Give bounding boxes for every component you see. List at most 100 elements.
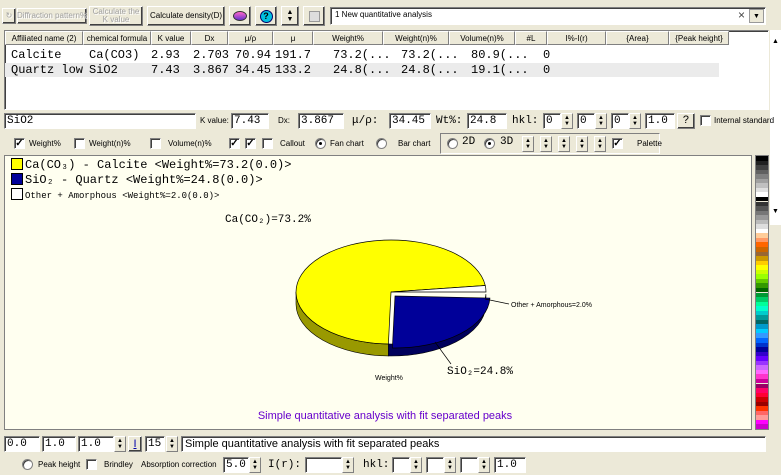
help-button[interactable]: ? (255, 6, 277, 26)
palette-swatch[interactable] (756, 424, 768, 429)
bottom-h-spinner[interactable]: ▲ ▼ (410, 457, 422, 473)
help-icon: ? (259, 9, 273, 23)
table-cell: 24.8(... (333, 63, 391, 77)
callout-checkbox[interactable] (262, 138, 273, 149)
column-header[interactable]: I%-I(r) (547, 31, 606, 45)
disk-icon (233, 11, 247, 21)
table-cell: 2.93 (151, 48, 180, 62)
rotate-spinner-2[interactable]: ▲ ▼ (540, 136, 552, 152)
color-palette[interactable] (755, 155, 769, 430)
column-header[interactable]: Volume(n)% (449, 31, 515, 45)
l-input[interactable]: 0 (611, 113, 629, 129)
option-checkbox-b[interactable]: ✓ (245, 138, 256, 149)
font-size-spinner[interactable]: ▲ ▼ (166, 436, 178, 452)
bottom-k-spinner[interactable]: ▲ ▼ (444, 457, 456, 473)
k-value-input[interactable]: 7.43 (231, 113, 269, 129)
column-header[interactable]: Dx (191, 31, 228, 45)
bottom-spinner-1[interactable]: ▲ ▼ (114, 436, 126, 452)
bottom-value-3[interactable]: 1.0 (78, 436, 114, 452)
down-arrow-icon: ▼ (286, 16, 294, 23)
pie-chart: Ca(CO₂)=73.2% Other + Amorphous=2.0% SiO₂=… (225, 214, 592, 382)
updown-button[interactable]: ▲ ▼ (281, 6, 299, 26)
chart-axis-label: Weight% (375, 375, 403, 382)
column-header[interactable]: {Peak height} (669, 31, 729, 45)
column-header[interactable]: μ (273, 31, 313, 45)
dx-input[interactable]: 3.867 (298, 113, 344, 129)
mu-rho-input[interactable]: 34.45 (389, 113, 431, 129)
peak-height-radio[interactable] (22, 459, 33, 470)
column-header[interactable]: K value (151, 31, 191, 45)
column-header[interactable]: Weight% (313, 31, 383, 45)
font-size-input[interactable]: 15 (145, 436, 165, 452)
phase-formula-input[interactable]: SiO2 (4, 113, 196, 129)
rotate-spinner-5[interactable]: ▲ ▼ (594, 136, 606, 152)
palette-disk-button[interactable] (229, 6, 251, 26)
bottom-l-spinner[interactable]: ▲ ▼ (478, 457, 490, 473)
brindley-checkbox[interactable] (86, 459, 97, 470)
rotate-spinner-1[interactable]: ▲ ▼ (522, 136, 534, 152)
volume-checkbox[interactable] (150, 138, 161, 149)
clear-icon[interactable]: × (738, 8, 745, 22)
peak-height-label: Peak height (38, 460, 81, 469)
absorption-input[interactable]: 5.0 (223, 457, 249, 473)
palette-checkbox[interactable]: ✓ (612, 138, 623, 149)
column-header[interactable]: chemical formula (83, 31, 151, 45)
two-d-radio[interactable] (447, 138, 458, 149)
bottom-value-2[interactable]: 1.0 (42, 436, 76, 452)
bottom-end-input[interactable]: 1.0 (494, 457, 526, 473)
fan-chart-label: Fan chart (330, 139, 364, 148)
table-row[interactable]: Calcite Ca(CO3) 2.93 2.703 70.94 191.7 73.2(..… (5, 48, 719, 62)
k-spinner[interactable]: ▲ ▼ (595, 113, 607, 129)
bottom-value-1[interactable]: 0.0 (4, 436, 40, 452)
column-header[interactable]: Affiliated name (2) (5, 31, 83, 45)
column-header[interactable]: Weight(n)% (383, 31, 449, 45)
ir-spinner[interactable]: ▲ ▼ (342, 457, 354, 473)
question-button[interactable]: ? (677, 113, 695, 129)
h-spinner[interactable]: ▲ ▼ (561, 113, 573, 129)
column-header[interactable]: {Area} (606, 31, 669, 45)
caption-input[interactable]: Simple quantitative analysis with fit se… (181, 436, 766, 452)
l-spinner[interactable]: ▲ ▼ (629, 113, 641, 129)
bottom-l-input[interactable] (460, 457, 478, 473)
table-cell: 73.2(... (333, 48, 391, 62)
absorption-spinner[interactable]: ▲ ▼ (249, 457, 261, 473)
diffraction-icon-button[interactable]: ↻ (2, 8, 16, 24)
h-input[interactable]: 0 (543, 113, 561, 129)
italic-button[interactable]: I (128, 436, 142, 452)
rotate-spinner-4[interactable]: ▲ ▼ (576, 136, 588, 152)
wt-input[interactable]: 24.8 (467, 113, 507, 129)
table-row[interactable]: Quartz low SiO2 7.43 3.867 34.45 133.2 24.8(..… (5, 63, 719, 77)
calculate-density-button[interactable]: Calculate density(D) (147, 6, 225, 26)
rotate-spinner-3[interactable]: ▲ ▼ (558, 136, 570, 152)
weight-label: Weight% (29, 139, 61, 148)
up-arrow-icon: ▲ (286, 9, 294, 16)
bar-chart-radio[interactable] (376, 138, 387, 149)
column-header[interactable]: #L (515, 31, 547, 45)
weight-checkbox[interactable]: ✓ (14, 138, 25, 149)
save-button[interactable] (303, 6, 325, 26)
scroll-up-icon[interactable]: ▲ (772, 38, 779, 45)
k-value-label: K value: (200, 116, 229, 125)
slice-label-calcite: Ca(CO₂)=73.2% (225, 214, 311, 226)
bottom-k-input[interactable] (426, 457, 444, 473)
table-cell: 73.2(... (401, 48, 459, 62)
ir-input[interactable] (305, 457, 342, 473)
pie-slice-sio2[interactable] (392, 295, 491, 349)
scale-input[interactable]: 1.0 (645, 113, 675, 129)
diffraction-pattern-button[interactable]: Diffraction pattern% (17, 8, 87, 24)
k-input[interactable]: 0 (577, 113, 595, 129)
scroll-down-icon[interactable]: ▼ (772, 208, 779, 215)
internal-standard-checkbox[interactable] (700, 115, 711, 126)
volume-label: Volume(n)% (168, 139, 212, 148)
fan-chart-radio[interactable] (315, 138, 326, 149)
three-d-label: 3D (500, 136, 514, 148)
bar-chart-label: Bar chart (398, 139, 431, 148)
chevron-down-icon[interactable]: ▼ (749, 9, 764, 23)
column-header[interactable]: μ/ρ (228, 31, 273, 45)
option-checkbox-a[interactable]: ✓ (229, 138, 240, 149)
three-d-radio[interactable] (484, 138, 495, 149)
calculate-k-button[interactable]: Calculate the K value (89, 6, 143, 26)
weight-n-checkbox[interactable] (74, 138, 85, 149)
bottom-h-input[interactable] (392, 457, 410, 473)
analysis-select[interactable]: 1 New quantitative analysis × ▼ (330, 7, 766, 25)
